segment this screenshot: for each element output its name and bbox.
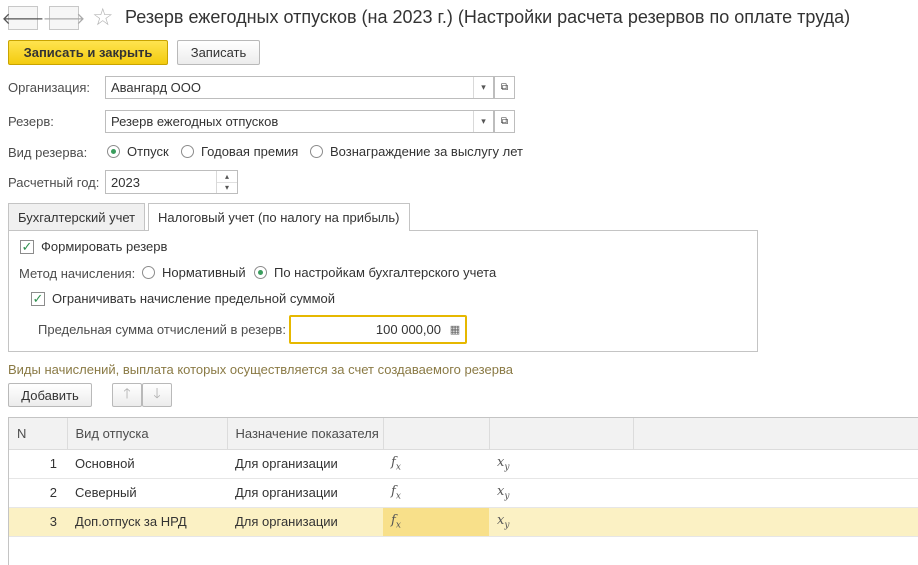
arrow-up-icon: 🡑 bbox=[123, 385, 131, 401]
variable-icon: xy bbox=[497, 484, 510, 502]
calculator-icon[interactable]: ▦ bbox=[445, 323, 465, 336]
dropdown-icon[interactable]: ▾ bbox=[473, 111, 493, 132]
tab-accounting[interactable]: Бухгалтерский учет bbox=[8, 203, 146, 230]
radio-annual-bonus-label: Годовая премия bbox=[201, 144, 299, 159]
row-variable-cell[interactable]: xy bbox=[489, 449, 633, 479]
column-header-variable[interactable] bbox=[489, 418, 634, 450]
checkbox-checked-icon: ✓ bbox=[20, 239, 34, 254]
move-down-button[interactable]: 🡓 bbox=[142, 383, 172, 407]
accruals-table: N Вид отпуска Назначение показателя 1 Ос… bbox=[9, 418, 918, 537]
radio-accounting-settings-label: По настройкам бухгалтерского учета bbox=[274, 265, 497, 280]
radio-unchecked-icon bbox=[310, 145, 323, 158]
radio-normative[interactable]: Нормативный bbox=[142, 265, 246, 280]
column-header-formula[interactable] bbox=[383, 418, 490, 450]
radio-unchecked-icon bbox=[181, 145, 194, 158]
radio-checked-icon bbox=[254, 266, 267, 279]
form-reserve-checkbox[interactable]: ✓ Формировать резерв bbox=[20, 239, 167, 254]
arrow-right-icon: 🡒 bbox=[42, 10, 86, 28]
formula-icon: fx bbox=[391, 455, 401, 473]
radio-seniority-bonus-label: Вознаграждение за выслугу лет bbox=[330, 144, 523, 159]
reserve-type-label: Вид резерва: bbox=[8, 145, 88, 160]
table-row[interactable]: 1 Основной Для организации fx xy bbox=[9, 449, 918, 479]
forward-button[interactable]: 🡒 bbox=[43, 6, 85, 30]
organization-label: Организация: bbox=[8, 80, 91, 95]
reserve-field[interactable]: Резерв ежегодных отпусков ▾ bbox=[105, 110, 494, 133]
formula-icon: fx bbox=[391, 513, 401, 531]
back-button[interactable]: 🡐 bbox=[2, 6, 44, 30]
column-header-purpose[interactable]: Назначение показателя bbox=[227, 418, 384, 450]
table-header-row: N Вид отпуска Назначение показателя bbox=[9, 418, 918, 450]
limit-amount-value: 100 000,00 bbox=[375, 322, 441, 337]
radio-annual-bonus[interactable]: Годовая премия bbox=[181, 144, 298, 159]
row-leave-type[interactable]: Основной bbox=[67, 449, 227, 479]
move-up-button[interactable]: 🡑 bbox=[112, 383, 142, 407]
limit-checkbox[interactable]: ✓ Ограничивать начисление предельной сум… bbox=[31, 291, 335, 306]
organization-value: Авангард ООО bbox=[111, 80, 201, 95]
radio-seniority-bonus[interactable]: Вознаграждение за выслугу лет bbox=[310, 144, 523, 159]
row-purpose[interactable]: Для организации bbox=[227, 507, 383, 537]
organization-open-button[interactable]: ⧉ bbox=[494, 76, 515, 99]
add-button[interactable]: Добавить bbox=[8, 383, 92, 407]
accruals-section-title: Виды начислений, выплата которых осущест… bbox=[8, 362, 513, 377]
organization-field[interactable]: Авангард ООО ▾ bbox=[105, 76, 494, 99]
year-value: 2023 bbox=[111, 174, 140, 190]
arrow-down-icon: 🡓 bbox=[153, 385, 161, 401]
reserve-label: Резерв: bbox=[8, 114, 54, 129]
row-purpose[interactable]: Для организации bbox=[227, 449, 383, 479]
page-title: Резерв ежегодных отпусков (на 2023 г.) (… bbox=[125, 7, 851, 27]
row-number: 1 bbox=[9, 449, 67, 479]
row-formula-cell[interactable]: fx bbox=[383, 507, 489, 537]
radio-vacation-label: Отпуск bbox=[127, 144, 169, 159]
spin-up-icon[interactable]: ▴ bbox=[217, 171, 237, 183]
limit-amount-input[interactable]: 100 000,00 ▦ bbox=[289, 315, 467, 344]
row-empty-cell bbox=[633, 478, 918, 508]
radio-unchecked-icon bbox=[142, 266, 155, 279]
radio-checked-icon bbox=[107, 145, 120, 158]
radio-normative-label: Нормативный bbox=[162, 265, 246, 280]
checkbox-checked-icon: ✓ bbox=[31, 291, 45, 306]
year-spinner[interactable]: ▴ ▾ bbox=[216, 171, 237, 193]
form-reserve-label: Формировать резерв bbox=[41, 239, 168, 254]
reserve-open-button[interactable]: ⧉ bbox=[494, 110, 515, 133]
row-number: 2 bbox=[9, 478, 67, 508]
row-formula-cell[interactable]: fx bbox=[383, 478, 489, 508]
row-leave-type[interactable]: Северный bbox=[67, 478, 227, 508]
table-row[interactable]: 2 Северный Для организации fx xy bbox=[9, 478, 918, 508]
tab-tax[interactable]: Налоговый учет (по налогу на прибыль) bbox=[148, 203, 410, 231]
row-variable-cell[interactable]: xy bbox=[489, 507, 633, 537]
row-number: 3 bbox=[9, 507, 67, 537]
row-empty-cell bbox=[633, 449, 918, 479]
arrow-left-icon: 🡐 bbox=[1, 10, 45, 28]
radio-vacation[interactable]: Отпуск bbox=[107, 144, 169, 159]
spin-down-icon[interactable]: ▾ bbox=[217, 183, 237, 194]
reserve-value: Резерв ежегодных отпусков bbox=[111, 114, 279, 129]
column-header-empty bbox=[633, 418, 918, 450]
open-icon: ⧉ bbox=[500, 116, 509, 127]
save-and-close-button[interactable]: Записать и закрыть bbox=[8, 40, 168, 65]
method-label: Метод начисления: bbox=[19, 266, 136, 281]
dropdown-icon[interactable]: ▾ bbox=[473, 77, 493, 98]
limit-amount-label: Предельная сумма отчислений в резерв: bbox=[38, 322, 286, 337]
accruals-table-container: N Вид отпуска Назначение показателя 1 Ос… bbox=[8, 417, 918, 565]
favorite-star-icon[interactable]: ☆ bbox=[92, 3, 114, 32]
year-field[interactable]: 2023 ▴ ▾ bbox=[105, 170, 238, 194]
variable-icon: xy bbox=[497, 455, 510, 473]
year-label: Расчетный год: bbox=[8, 175, 100, 190]
row-purpose[interactable]: Для организации bbox=[227, 478, 383, 508]
column-header-leave-type[interactable]: Вид отпуска bbox=[67, 418, 228, 450]
row-empty-cell bbox=[633, 507, 918, 537]
row-variable-cell[interactable]: xy bbox=[489, 478, 633, 508]
table-row-selected[interactable]: 3 Доп.отпуск за НРД Для организации fx x… bbox=[9, 507, 918, 537]
row-leave-type[interactable]: Доп.отпуск за НРД bbox=[67, 507, 227, 537]
open-icon: ⧉ bbox=[500, 82, 509, 93]
row-formula-cell[interactable]: fx bbox=[383, 449, 489, 479]
limit-label: Ограничивать начисление предельной суммо… bbox=[52, 291, 336, 306]
radio-accounting-settings[interactable]: По настройкам бухгалтерского учета bbox=[254, 265, 496, 280]
column-header-n[interactable]: N bbox=[9, 418, 68, 450]
save-button[interactable]: Записать bbox=[177, 40, 260, 65]
formula-icon: fx bbox=[391, 484, 401, 502]
variable-icon: xy bbox=[497, 513, 510, 531]
